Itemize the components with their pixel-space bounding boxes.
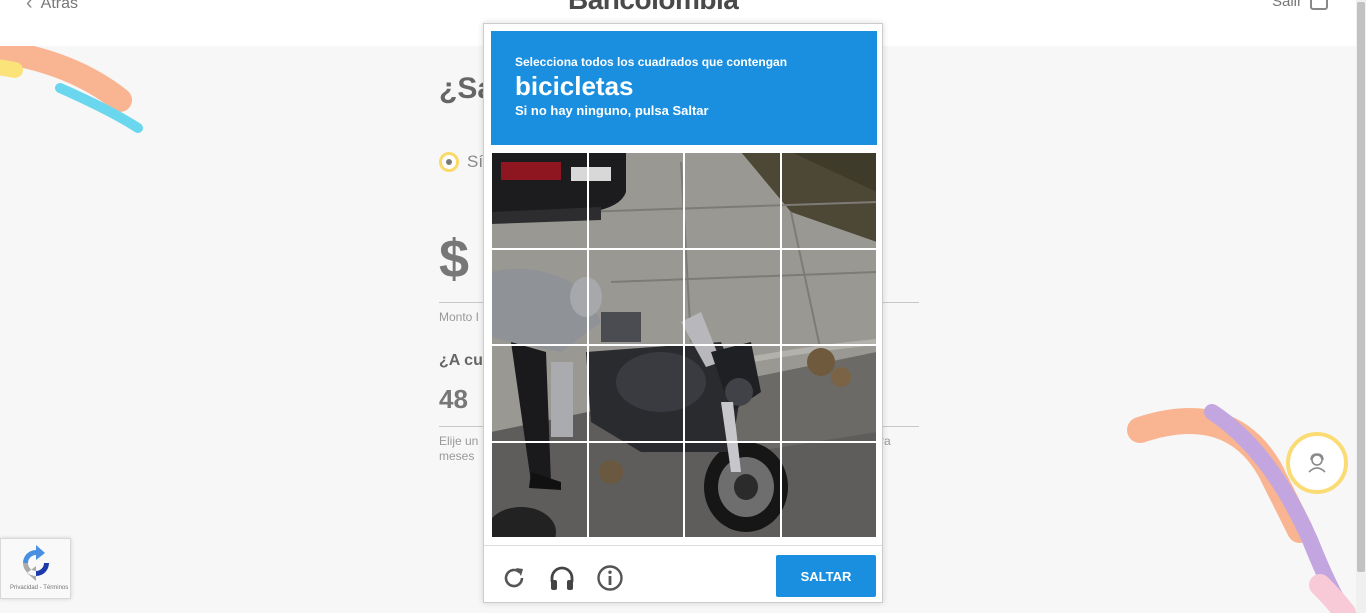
captcha-image-grid bbox=[491, 152, 877, 538]
captcha-footer: SALTAR bbox=[484, 545, 882, 602]
back-link[interactable]: ‹ Atrás bbox=[26, 0, 78, 15]
captcha-tile[interactable] bbox=[684, 441, 781, 538]
radio-yes[interactable] bbox=[439, 152, 459, 172]
brand-name: Bancolombia bbox=[568, 0, 739, 15]
captcha-instructions: Selecciona todos los cuadrados que conte… bbox=[491, 31, 877, 145]
months-help-text: Elije un meses bbox=[439, 434, 479, 463]
amount-caption: Monto I bbox=[439, 310, 480, 324]
exit-icon bbox=[1310, 0, 1328, 10]
captcha-tile[interactable] bbox=[491, 248, 588, 345]
captcha-challenge: Selecciona todos los cuadrados que conte… bbox=[483, 23, 883, 603]
captcha-tile[interactable] bbox=[684, 152, 781, 249]
captcha-keyword: bicicletas bbox=[515, 71, 634, 101]
exit-link[interactable]: Salir bbox=[1272, 0, 1328, 10]
captcha-tile[interactable] bbox=[491, 152, 588, 249]
captcha-tile[interactable] bbox=[587, 345, 684, 442]
captcha-tile[interactable] bbox=[587, 152, 684, 249]
radio-yes-label: Sí bbox=[467, 152, 484, 171]
recaptcha-badge[interactable]: Privacidad - Términos bbox=[0, 538, 71, 599]
captcha-tile[interactable] bbox=[780, 441, 877, 538]
captcha-tile[interactable] bbox=[587, 248, 684, 345]
captcha-tile[interactable] bbox=[780, 248, 877, 345]
recaptcha-logo-icon bbox=[23, 545, 49, 581]
scrollbar-thumb[interactable] bbox=[1357, 2, 1365, 572]
page-scrollbar[interactable] bbox=[1356, 0, 1366, 613]
captcha-tile[interactable] bbox=[780, 152, 877, 249]
skip-button[interactable]: SALTAR bbox=[776, 555, 876, 597]
captcha-tile[interactable] bbox=[684, 248, 781, 345]
reload-icon[interactable] bbox=[500, 564, 528, 592]
captcha-tile[interactable] bbox=[491, 441, 588, 538]
chevron-left-icon: ‹ bbox=[26, 0, 33, 14]
captcha-hint: Si no hay ninguno, pulsa Saltar bbox=[515, 103, 709, 118]
captcha-tile[interactable] bbox=[684, 345, 781, 442]
back-label: Atrás bbox=[40, 0, 79, 12]
exit-label: Salir bbox=[1271, 0, 1302, 10]
recaptcha-privacy-terms[interactable]: Privacidad - Términos bbox=[10, 585, 68, 591]
captcha-instruction-text: Selecciona todos los cuadrados que conte… bbox=[515, 55, 788, 69]
agent-icon bbox=[1308, 453, 1326, 473]
captcha-tile[interactable] bbox=[780, 345, 877, 442]
support-chat-button[interactable] bbox=[1286, 432, 1348, 494]
info-icon[interactable] bbox=[596, 564, 624, 592]
audio-headphones-icon[interactable] bbox=[548, 564, 576, 592]
brand-logo: Bancolombia bbox=[568, 0, 739, 16]
captcha-tile[interactable] bbox=[587, 441, 684, 538]
months-input[interactable]: 48 bbox=[439, 384, 468, 415]
captcha-tile[interactable] bbox=[491, 345, 588, 442]
